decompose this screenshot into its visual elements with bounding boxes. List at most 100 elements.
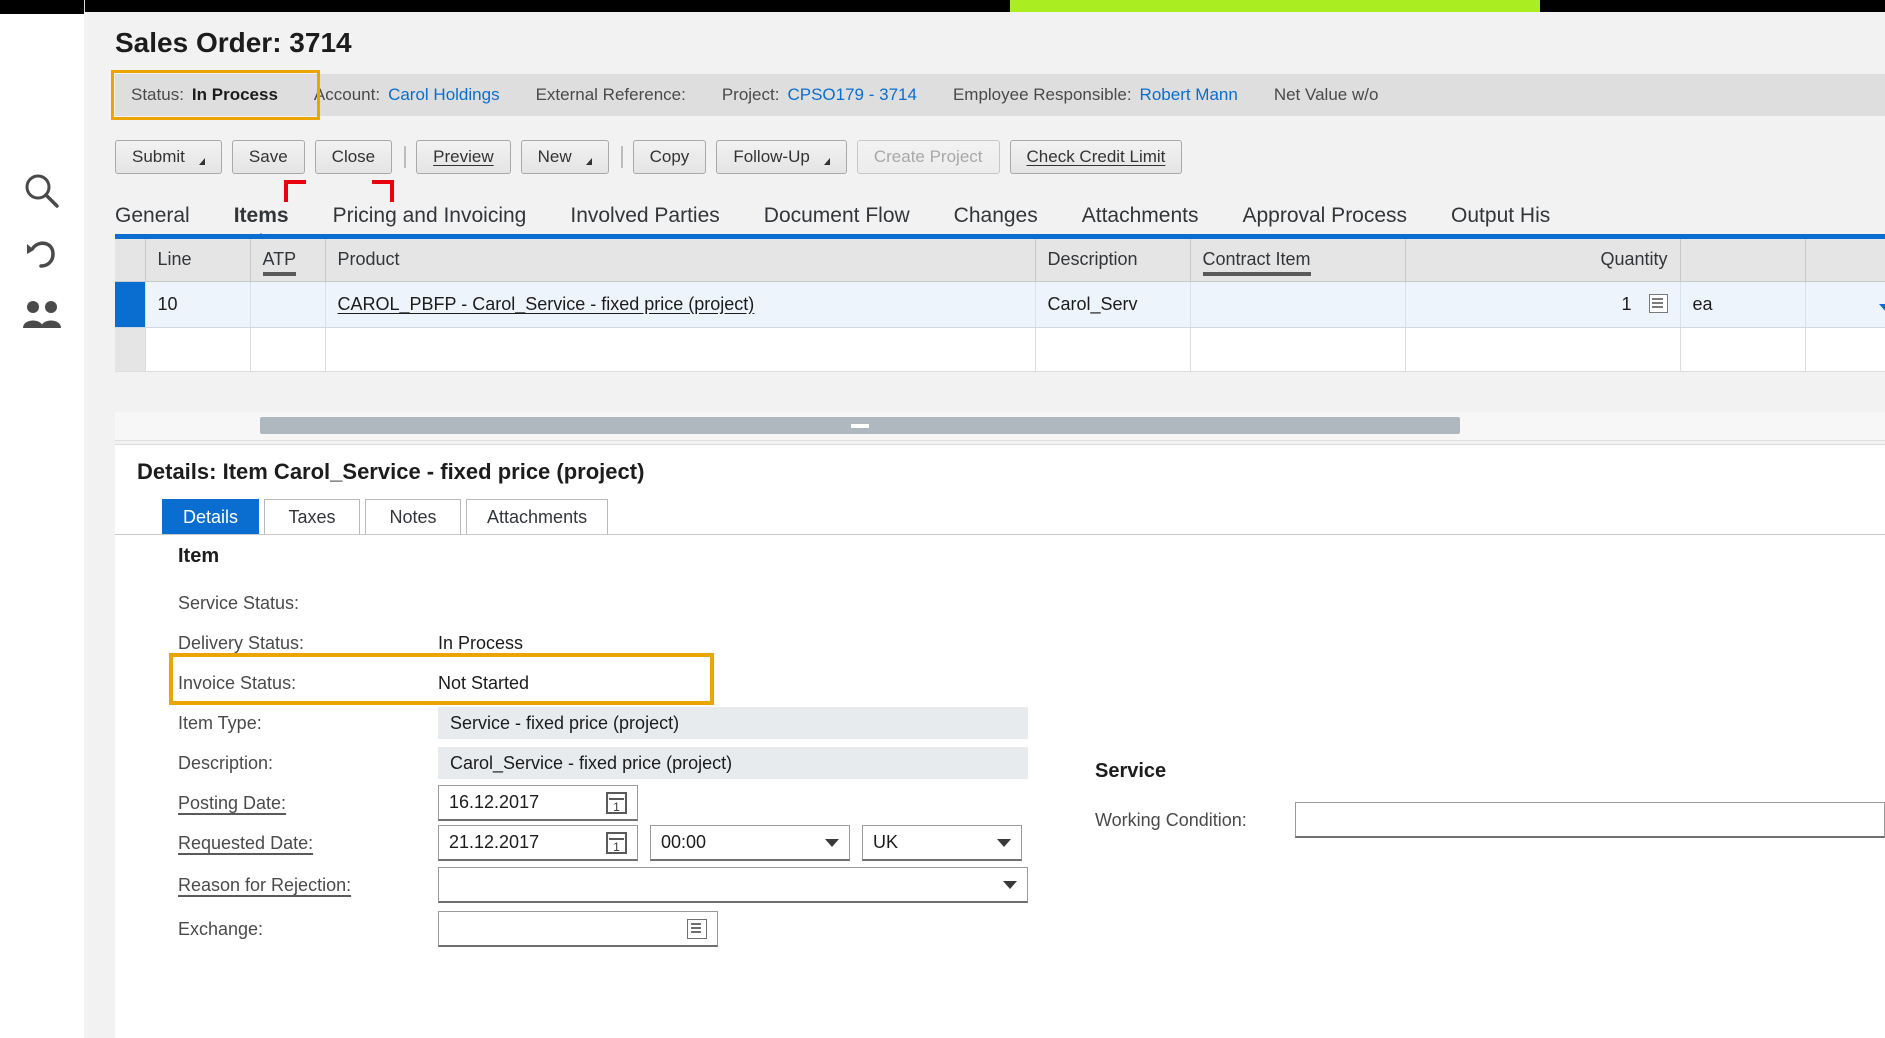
header-value-account[interactable]: Carol Holdings xyxy=(388,85,500,105)
column-label-contract-item: Contract Item xyxy=(1202,249,1311,277)
section-heading-service: Service xyxy=(1095,760,1167,782)
tab-label: Pricing and Invoicing xyxy=(332,204,527,227)
new-button[interactable]: New xyxy=(520,140,609,174)
app-window: Sales Order: 3714 Status: In Process Accou… xyxy=(0,0,1885,1038)
form-field-exchange[interactable] xyxy=(438,911,718,947)
tab-general[interactable]: General xyxy=(115,204,212,234)
save-button-label: Save xyxy=(248,147,288,166)
chevron-down-icon[interactable] xyxy=(825,838,839,847)
items-table-hscrollbar[interactable] xyxy=(115,412,1885,441)
form-field-item-type[interactable]: Service - fixed price (project) xyxy=(438,707,1028,739)
tab-involved-parties[interactable]: Involved Parties xyxy=(548,204,741,234)
chevron-down-icon[interactable] xyxy=(997,838,1011,847)
form-field-posting-date[interactable]: 16.12.2017 xyxy=(438,785,638,821)
preview-button[interactable]: Preview xyxy=(416,140,511,174)
empty-cell-atp xyxy=(250,327,326,372)
form-label-item-type: Item Type: xyxy=(178,712,262,733)
details-subtab-label: Attachments xyxy=(487,507,588,527)
table-row-empty[interactable] xyxy=(115,327,1885,372)
cell-product[interactable]: CAROL_PBFP - Carol_Service - fixed price… xyxy=(325,281,1036,328)
details-subtab-attachments[interactable]: Attachments xyxy=(466,499,609,535)
form-field-requested-date[interactable]: 21.12.2017 xyxy=(438,825,638,861)
empty-cell-extra xyxy=(1805,327,1885,372)
chevron-down-icon[interactable] xyxy=(823,157,830,165)
submit-button-label: Submit xyxy=(132,147,185,166)
chevron-down-icon[interactable] xyxy=(585,157,592,165)
details-subtab-taxes[interactable]: Taxes xyxy=(264,499,361,535)
header-value-employee-responsible[interactable]: Robert Mann xyxy=(1140,85,1238,105)
details-subtabbar: Details Taxes Notes Attachments xyxy=(162,499,613,535)
tab-label: Involved Parties xyxy=(570,204,720,227)
chevron-down-icon[interactable] xyxy=(1003,880,1017,889)
tab-document-flow[interactable]: Document Flow xyxy=(742,204,932,234)
product-link[interactable]: CAROL_PBFP - Carol_Service - fixed price… xyxy=(338,294,755,314)
column-header-quantity[interactable]: Quantity xyxy=(1405,239,1681,282)
details-subtab-notes[interactable]: Notes xyxy=(365,499,462,535)
sidebar-top-black xyxy=(0,0,84,14)
tab-label: Approval Process xyxy=(1242,204,1408,227)
header-label-account: Account: xyxy=(313,85,381,104)
column-header-product[interactable]: Product xyxy=(325,239,1036,282)
column-header-description[interactable]: Description xyxy=(1035,239,1191,282)
people-icon[interactable] xyxy=(0,284,84,346)
tab-approval-process[interactable]: Approval Process xyxy=(1220,204,1429,234)
tab-label: Items xyxy=(233,204,289,227)
details-form-left: Service Status: Delivery Status: In Proces… xyxy=(178,583,1088,951)
calendar-icon[interactable] xyxy=(606,791,627,814)
form-row-posting-date: Posting Date: 16.12.2017 xyxy=(178,783,1088,823)
page-title: Sales Order: 3714 xyxy=(115,27,352,58)
details-subtab-details[interactable]: Details xyxy=(162,499,260,535)
tab-label: Output His xyxy=(1451,204,1551,227)
create-project-button: Create Project xyxy=(856,140,1000,174)
column-header-extra[interactable] xyxy=(1805,239,1885,282)
cell-uom-dropdown[interactable] xyxy=(1805,281,1885,328)
cell-uom[interactable]: ea xyxy=(1680,281,1806,328)
form-row-delivery-status: Delivery Status: In Process xyxy=(178,623,1088,663)
calendar-icon[interactable] xyxy=(606,831,627,854)
search-icon[interactable] xyxy=(0,160,84,222)
header-value-project[interactable]: CPSO179 - 3714 xyxy=(787,85,916,105)
header-value-status: In Process xyxy=(191,85,278,104)
table-row[interactable]: 10 CAROL_PBFP - Carol_Service - fixed pr… xyxy=(115,281,1885,328)
details-title: Details: Item Carol_Service - fixed pric… xyxy=(137,459,645,484)
form-row-service-status: Service Status: xyxy=(178,583,1088,623)
close-button[interactable]: Close xyxy=(314,140,393,174)
column-header-uom[interactable] xyxy=(1680,239,1806,282)
header-field-employee-responsible: Employee Responsible: Robert Mann xyxy=(953,85,1238,105)
item-details-panel: Details: Item Carol_Service - fixed pric… xyxy=(115,444,1885,1038)
column-label-description: Description xyxy=(1047,249,1138,270)
undo-icon[interactable] xyxy=(0,222,84,284)
cell-quantity[interactable]: 1 xyxy=(1405,281,1681,328)
form-field-reason-for-rejection[interactable] xyxy=(438,867,1028,903)
close-button-label: Close xyxy=(331,147,376,166)
follow-up-button[interactable]: Follow-Up xyxy=(716,140,847,174)
form-field-working-condition[interactable] xyxy=(1295,802,1885,838)
chevron-down-icon[interactable] xyxy=(198,157,205,165)
hscrollbar-thumb[interactable] xyxy=(260,417,1460,434)
column-header-atp[interactable]: ATP xyxy=(250,239,326,282)
cell-atp xyxy=(250,281,326,328)
form-field-item-description[interactable]: Carol_Service - fixed price (project) xyxy=(438,747,1028,779)
copy-button[interactable]: Copy xyxy=(632,140,707,174)
submit-button[interactable]: Submit xyxy=(115,140,222,174)
tab-changes[interactable]: Changes xyxy=(932,204,1060,234)
value-help-icon[interactable] xyxy=(687,918,707,939)
tab-attachments[interactable]: Attachments xyxy=(1060,204,1221,234)
form-label-reason-for-rejection: Reason for Rejection: xyxy=(178,874,352,895)
tab-output-his[interactable]: Output His xyxy=(1429,204,1572,234)
column-header-contract-item[interactable]: Contract Item xyxy=(1190,239,1406,282)
value-help-icon[interactable] xyxy=(1648,293,1668,313)
column-label-atp: ATP xyxy=(262,249,297,277)
form-field-requested-date-time[interactable]: 00:00 xyxy=(650,825,850,861)
tab-items[interactable]: Items xyxy=(212,204,311,244)
form-row-item-description: Description: Carol_Service - fixed price … xyxy=(178,743,1088,783)
form-row-item-type: Item Type: Service - fixed price (project… xyxy=(178,703,1088,743)
tab-label: General xyxy=(115,204,190,227)
column-label-quantity: Quantity xyxy=(1600,249,1668,270)
form-field-requested-date-country[interactable]: UK xyxy=(862,825,1022,861)
tab-pricing-and-invoicing[interactable]: Pricing and Invoicing xyxy=(311,204,549,234)
check-credit-limit-button[interactable]: Check Credit Limit xyxy=(1009,140,1183,174)
chevron-down-icon[interactable] xyxy=(1878,304,1885,312)
column-header-line[interactable]: Line xyxy=(145,239,251,282)
save-button[interactable]: Save xyxy=(231,140,305,174)
